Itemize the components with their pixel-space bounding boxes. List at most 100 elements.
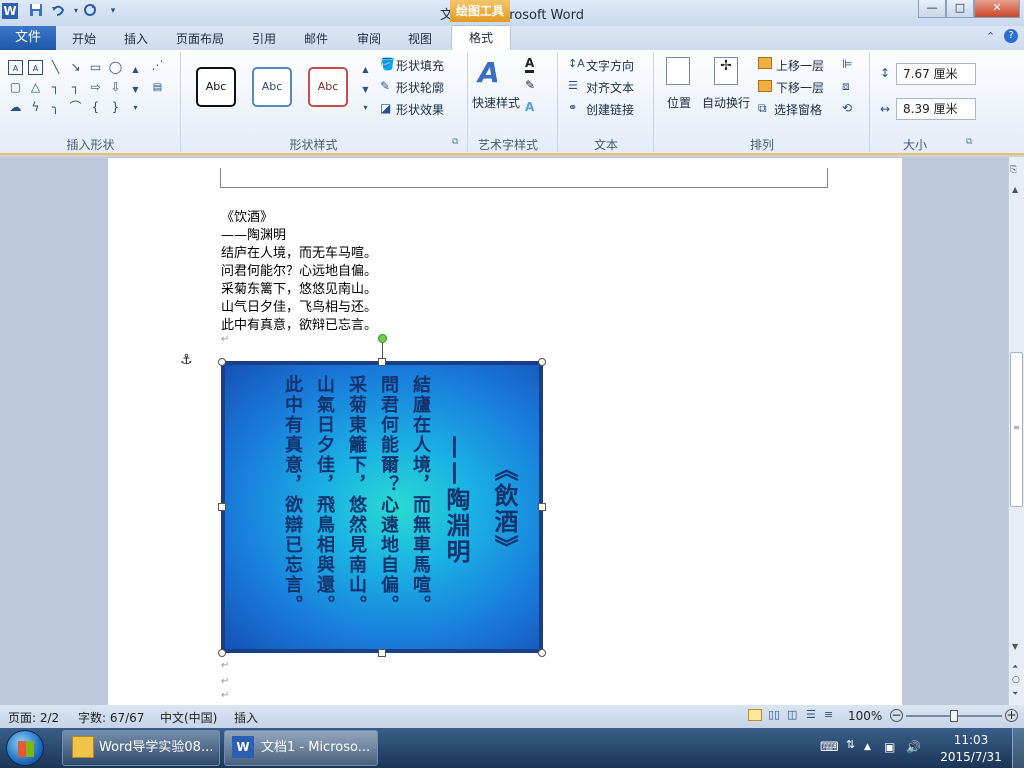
ruler-toggle-icon[interactable]: ⎘ (1010, 165, 1017, 175)
shape-height-input[interactable]: 7.67 厘米 (896, 63, 976, 85)
resize-handle-right[interactable] (538, 503, 546, 511)
align-text-button[interactable]: 对齐文本 (586, 79, 634, 96)
text-effects-icon[interactable]: A (525, 100, 534, 114)
tab-home[interactable]: 开始 (72, 30, 96, 47)
zoom-level[interactable]: 100% (848, 709, 882, 723)
align-icon[interactable]: ⊫ (842, 57, 852, 71)
tab-page-layout[interactable]: 页面布局 (176, 30, 224, 47)
size-dialog-launcher-icon[interactable]: ⧉ (966, 137, 972, 147)
vertical-text-box-icon[interactable]: A (28, 60, 43, 75)
tab-file[interactable]: 文件 (0, 26, 56, 50)
wrap-text-button[interactable]: 自动换行 (702, 94, 750, 111)
poem-line-2[interactable]: 问君何能尔？心远地自偏。 (221, 260, 377, 279)
elbow-arrow-icon[interactable]: ┐ (68, 80, 83, 95)
maximize-button[interactable]: □ (946, 0, 974, 18)
resize-handle-bottom-left[interactable] (218, 649, 226, 657)
vertical-scrollbar[interactable]: ⎘ ▲ ≡ ▼ ⏶ ○ ⏷ (1008, 157, 1024, 705)
line-icon[interactable]: ╲ (48, 60, 63, 75)
minimize-button[interactable]: — (918, 0, 946, 18)
oval-icon[interactable]: ◯ (108, 60, 123, 75)
right-brace-icon[interactable]: } (108, 100, 123, 115)
browse-object-icon[interactable]: ○ (1012, 675, 1020, 685)
resize-handle-bottom[interactable] (378, 649, 386, 657)
poem-line-5[interactable]: 此中有真意，欲辩已忘言。 (221, 314, 377, 333)
text-fill-icon[interactable]: A (525, 56, 535, 73)
style-gallery-more-icon[interactable]: ▾ (358, 100, 373, 115)
shape-style-sample-2[interactable]: Abc (252, 67, 292, 107)
network-icon[interactable]: ▣ (884, 740, 895, 754)
poem-line-3[interactable]: 采菊东篱下，悠悠见南山。 (221, 278, 377, 297)
help-icon[interactable]: ? (1004, 29, 1018, 43)
selection-pane-button[interactable]: 选择窗格 (774, 101, 822, 118)
status-language[interactable]: 中文(中国) (160, 709, 217, 726)
shape-style-sample-3[interactable]: Abc (308, 67, 348, 107)
tab-review[interactable]: 审阅 (357, 30, 381, 47)
shape-style-sample-1[interactable]: Abc (196, 67, 236, 107)
scroll-down-icon[interactable]: ▼ (1012, 642, 1018, 651)
poem-picture[interactable]: 《飲酒》 ——陶淵明 結廬在人境，而無車馬喧。 問君何能爾？心遠地自偏。 采菊東… (221, 361, 543, 653)
zoom-out-icon[interactable]: − (890, 709, 903, 722)
language-bar-icon[interactable]: ⇅ (846, 738, 855, 751)
resize-handle-left[interactable] (218, 503, 226, 511)
dialog-launcher-icon[interactable]: ⧉ (452, 137, 458, 147)
next-page-icon[interactable]: ⏷ (1012, 689, 1018, 699)
shape-effects-button[interactable]: 形状效果 (396, 101, 444, 118)
anchor-icon[interactable]: ⚓ (180, 352, 193, 368)
close-button[interactable]: ✕ (974, 0, 1020, 18)
full-screen-reading-view-icon[interactable]: ▯▯ (768, 708, 780, 721)
show-desktop-button[interactable] (1012, 728, 1024, 768)
start-button[interactable] (6, 730, 44, 766)
tab-view[interactable]: 视图 (408, 30, 432, 47)
tab-format[interactable]: 格式 (451, 25, 511, 51)
poem-title[interactable]: 《饮酒》 (221, 206, 273, 225)
elbow-connector-icon[interactable]: ┐ (48, 80, 63, 95)
rotate-handle[interactable] (378, 334, 387, 343)
resize-handle-top-right[interactable] (538, 358, 546, 366)
rectangle-icon[interactable]: ▭ (88, 60, 103, 75)
text-direction-button[interactable]: 文字方向 (586, 57, 634, 74)
status-word-count[interactable]: 字数: 67/67 (78, 709, 144, 726)
clock-time[interactable]: 11:03 (938, 733, 1004, 747)
shape-fill-button[interactable]: 形状填充 (396, 57, 444, 74)
tray-expand-icon[interactable]: ▲ (864, 742, 871, 752)
clock-date[interactable]: 2015/7/31 (938, 750, 1004, 764)
shape-gallery[interactable]: A A ╲ ↘ ▭ ◯ ▢ △ ┐ ┐ ⇨ ⇩ ☁ ϟ ╮ ⌒ { } (6, 58, 146, 118)
style-gallery-up-icon[interactable]: ▲ (358, 62, 373, 77)
send-backward-button[interactable]: 下移一层 (776, 79, 824, 96)
arrow-line-icon[interactable]: ↘ (68, 60, 83, 75)
text-box-icon[interactable]: A (8, 60, 23, 75)
edit-shape-icon[interactable]: ⋰ (150, 58, 165, 73)
resize-handle-bottom-right[interactable] (538, 649, 546, 657)
lightning-icon[interactable]: ϟ (28, 100, 43, 115)
rotate-icon[interactable]: ⟲ (842, 101, 852, 115)
status-page[interactable]: 页面: 2/2 (8, 709, 59, 726)
down-arrow-icon[interactable]: ⇩ (108, 80, 123, 95)
resize-handle-top[interactable] (378, 358, 386, 366)
scroll-up-icon[interactable]: ▲ (1012, 185, 1018, 194)
status-insert-mode[interactable]: 插入 (234, 709, 258, 726)
zoom-in-icon[interactable]: + (1005, 709, 1018, 722)
left-brace-icon[interactable]: { (88, 100, 103, 115)
zoom-slider-thumb[interactable] (950, 710, 958, 722)
volume-icon[interactable]: 🔊 (906, 740, 921, 754)
poem-line-1[interactable]: 结庐在人境，而无车马喧。 (221, 242, 377, 261)
resize-handle-top-left[interactable] (218, 358, 226, 366)
position-button[interactable]: 位置 (667, 94, 691, 111)
cloud-icon[interactable]: ☁ (8, 100, 23, 115)
rounded-rectangle-icon[interactable]: ▢ (8, 80, 23, 95)
tab-mailings[interactable]: 邮件 (304, 30, 328, 47)
tab-references[interactable]: 引用 (252, 30, 276, 47)
web-layout-view-icon[interactable]: ◫ (787, 708, 797, 721)
scroll-thumb[interactable]: ≡ (1010, 352, 1023, 507)
print-layout-view-icon[interactable] (748, 709, 762, 721)
create-link-button[interactable]: 创建链接 (586, 101, 634, 118)
draw-text-box-icon[interactable]: ▤ (150, 80, 165, 95)
outline-view-icon[interactable]: ☰ (806, 708, 816, 721)
keyboard-icon[interactable]: ⌨ (820, 740, 839, 755)
poem-author[interactable]: ——陶渊明 (221, 224, 286, 243)
arc-icon[interactable]: ⌒ (68, 100, 83, 115)
group-icon[interactable]: ⧈ (842, 79, 850, 94)
bring-forward-button[interactable]: 上移一层 (776, 57, 824, 74)
paint-bucket-icon[interactable]: 🪣 (380, 57, 396, 71)
curve-icon[interactable]: ╮ (48, 100, 63, 115)
